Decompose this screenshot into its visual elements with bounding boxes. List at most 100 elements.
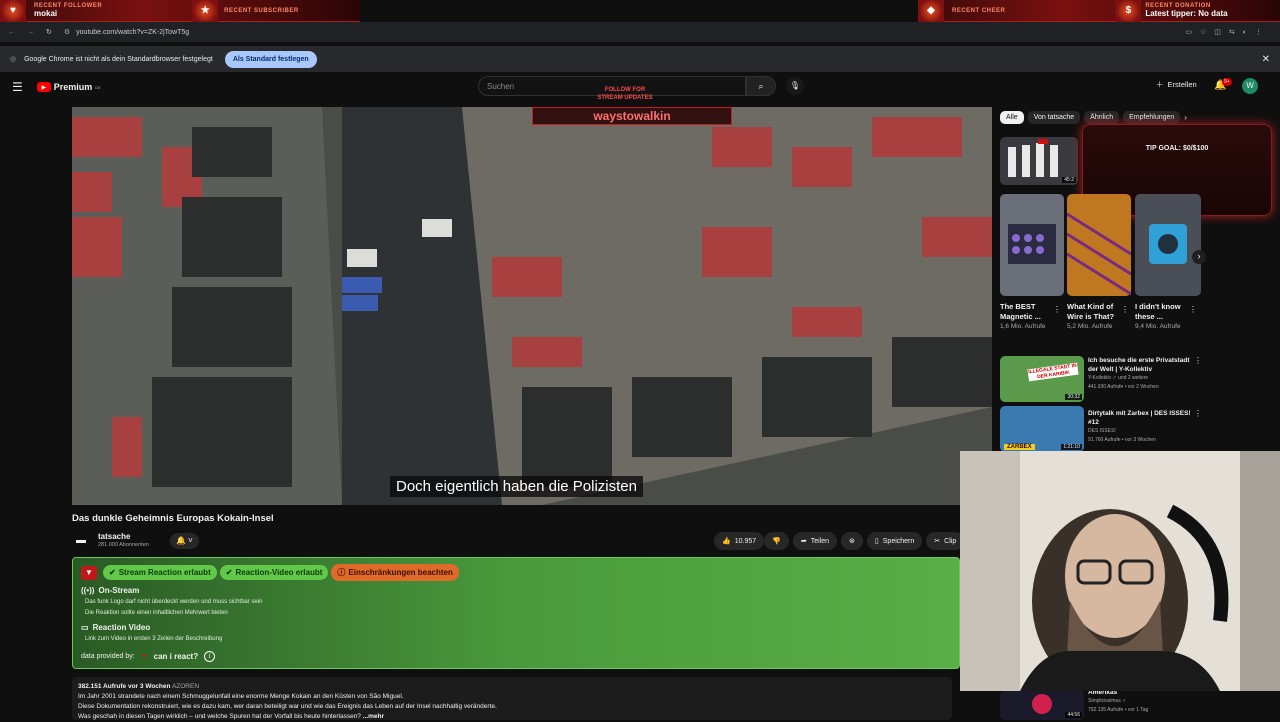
subscribe-bell-button[interactable]: 🔔 ˅ <box>170 533 199 549</box>
short-thumbnail-1[interactable] <box>1000 194 1064 296</box>
video-channel[interactable]: DES ISSES! <box>1088 427 1194 436</box>
follow-line2: STREAM UPDATES <box>597 95 653 101</box>
close-infobar-icon[interactable]: ✕ <box>1262 54 1270 65</box>
video-title[interactable]: Dirtytalk mit Zarbex | DES ISSES! #12 <box>1088 409 1194 427</box>
video-channel[interactable]: Y-Kollektiv <box>1088 375 1111 381</box>
dislike-button[interactable]: 👎 <box>764 532 789 550</box>
video-thumbnail-3[interactable]: 44:56 <box>1000 690 1084 720</box>
chip-recommended[interactable]: Empfehlungen <box>1123 111 1181 124</box>
short-views: 5,2 Mio. Aufrufe <box>1067 323 1113 330</box>
shorts-next-icon[interactable]: › <box>1192 250 1206 264</box>
channel-name[interactable]: tatsache <box>98 532 149 541</box>
chip-all[interactable]: Alle <box>1000 111 1024 124</box>
back-icon[interactable]: ← <box>8 29 15 36</box>
chip-related[interactable]: Ähnlich <box>1084 111 1120 124</box>
coin-icon: $ <box>1115 0 1142 22</box>
video-channel[interactable]: Simplicissimus <box>1088 698 1121 704</box>
site-info-icon[interactable]: ⚙ <box>64 28 70 36</box>
video-title: Das dunkle Geheimnis Europas Kokain-Inse… <box>72 513 274 524</box>
video-extra: und 2 weitere <box>1118 375 1149 381</box>
create-button[interactable]: ＋ Erstellen <box>1156 79 1197 90</box>
video-actions: 👍 10.957 👎 ➦ Teilen ⊛ ▯ Speichern ✂ Clip <box>710 532 965 550</box>
short-image-3 <box>1149 224 1187 264</box>
more-vert-icon[interactable]: ⋮ <box>1189 305 1197 314</box>
more-link[interactable]: ...mehr <box>363 713 384 720</box>
video-title[interactable]: Ich besuche die erste Privatstadt der We… <box>1088 356 1194 374</box>
logo-text: Premium <box>53 82 93 92</box>
set-default-button[interactable]: Als Standard festlegen <box>224 50 317 68</box>
mic-icon[interactable]: 🎙 <box>786 77 804 95</box>
channel-info: tatsache 281.000 Abonnenten <box>98 532 149 550</box>
forward-icon[interactable]: → <box>27 29 34 36</box>
infobar-text: Google Chrome ist nicht als dein Standar… <box>24 55 213 63</box>
save-label: Speichern <box>882 537 915 545</box>
top-video-thumbnail[interactable]: 45:2 <box>1000 137 1078 185</box>
more-vert-icon[interactable]: ⋮ <box>1121 305 1129 314</box>
onstream-rule-1: Das funk Logo darf nicht überdeckt werde… <box>85 599 263 605</box>
like-button[interactable]: 👍 10.957 <box>714 532 765 550</box>
share-label: Teilen <box>810 537 830 545</box>
video-thumbnail-2[interactable]: ZARBEX 1:21:10 <box>1000 406 1084 452</box>
recent-follower-name: mokai <box>34 9 58 18</box>
video-info-2: Dirtytalk mit Zarbex | DES ISSES! #12 DE… <box>1088 409 1194 445</box>
chip-from-channel[interactable]: Von tatsache <box>1027 111 1081 124</box>
heart-icon: ♥ <box>0 0 26 22</box>
description-line-1: Im Jahr 2001 strandete nach einem Schmug… <box>78 693 404 700</box>
overlay-recent-follower: ♥ RECENT FOLLOWER mokai ★ RECENT SUBSCRI… <box>0 0 360 22</box>
short-title[interactable]: I didn't know these ... <box>1135 302 1189 322</box>
short-views: 1,6 Mio. Aufrufe <box>1000 323 1046 330</box>
views-date: 382.151 Aufrufe vor 3 Wochen <box>78 683 171 690</box>
address-bar[interactable]: youtube.com/watch?v=ZK-2jTowT5g <box>76 29 189 36</box>
menu-icon[interactable]: ☰ <box>12 80 23 94</box>
thumb-caption: ILLEGALE STADT IN DER KARIBIK <box>1027 362 1079 382</box>
more-vert-icon[interactable]: ⋮ <box>1053 305 1061 314</box>
tip-goal-text: TIP GOAL: $0/$100 <box>1145 145 1209 152</box>
share-button[interactable]: ➦ Teilen <box>792 532 838 550</box>
stream-channel-overlay: waystowalkin <box>532 107 732 125</box>
avatar[interactable]: W <box>1242 78 1258 94</box>
extensions-icons[interactable]: ▭☆◫⇆◐⋮ <box>1185 28 1270 36</box>
verified-icon: ✓ <box>1112 375 1117 381</box>
bookmark-icon: ▯ <box>874 538 879 545</box>
chevron-right-icon[interactable]: › <box>1184 113 1187 122</box>
video-meta: 792.135 Aufrufe • vor 1 Tag <box>1088 707 1149 713</box>
diamond-icon: ◆ <box>918 0 944 22</box>
short-title[interactable]: The BEST Magnetic ... <box>1000 302 1054 322</box>
badge3-label: Einschränkungen beachten <box>348 568 453 577</box>
notification-count: 9+ <box>1222 78 1232 86</box>
video-meta: 441.930 Aufrufe • vor 2 Wochen <box>1088 384 1159 390</box>
brand-name[interactable]: can i react? <box>154 652 198 661</box>
onstream-section: ((•)) On-Stream <box>81 586 139 595</box>
description-box[interactable]: 382.151 Aufrufe vor 3 Wochen AZOREN Im J… <box>72 677 952 720</box>
overlay-recent-cheer: ◆ RECENT CHEER $ RECENT DONATION Latest … <box>918 0 1280 22</box>
short-views: 9,4 Mio. Aufrufe <box>1135 323 1181 330</box>
hashtag[interactable]: AZOREN <box>172 683 199 690</box>
more-vert-icon[interactable]: ⋮ <box>1194 409 1202 418</box>
short-info-3: I didn't know these ... 9,4 Mio. Aufrufe <box>1135 302 1189 331</box>
check-icon: ✔ <box>225 568 233 577</box>
duration-badge: 30:32 <box>1065 394 1082 400</box>
short-thumbnail-2[interactable] <box>1066 194 1132 296</box>
search-icon[interactable]: ⌕ <box>746 76 776 96</box>
restrictions-badge: ⓘ Einschränkungen beachten <box>331 564 459 581</box>
channel-avatar-icon[interactable]: ▬ <box>76 535 88 547</box>
short-thumbnail-3[interactable] <box>1135 194 1201 296</box>
more-vert-icon[interactable]: ⋮ <box>1194 356 1202 365</box>
recent-subscriber-caption: RECENT SUBSCRIBER <box>224 7 299 14</box>
like-count: 10.957 <box>734 537 757 545</box>
can-i-react-panel: ▼ ✔ Stream Reaction erlaubt ✔ Reaction-Vid… <box>72 557 960 669</box>
reaction-video-title: Reaction Video <box>92 623 151 632</box>
clip-button[interactable]: ✂ Clip <box>926 532 965 550</box>
reload-icon[interactable]: ↻ <box>46 28 52 36</box>
duration-badge: 45:2 <box>1062 177 1076 183</box>
youtube-logo[interactable]: ▶ Premium DE <box>36 82 101 92</box>
thanks-button[interactable]: ⊛ <box>841 532 863 550</box>
short-title[interactable]: What Kind of Wire is That? <box>1067 302 1121 322</box>
youtube-play-icon: ▶ <box>36 82 51 92</box>
provided-label: data provided by: <box>81 653 135 660</box>
description-line-3: Was geschah in diesen Tagen wirklich – u… <box>78 713 361 720</box>
info-icon[interactable]: i <box>204 651 216 662</box>
video-thumbnail-1[interactable]: ILLEGALE STADT IN DER KARIBIK 30:32 <box>1000 356 1084 402</box>
video-player[interactable]: waystowalkin <box>72 107 992 505</box>
save-button[interactable]: ▯ Speichern <box>866 532 923 550</box>
